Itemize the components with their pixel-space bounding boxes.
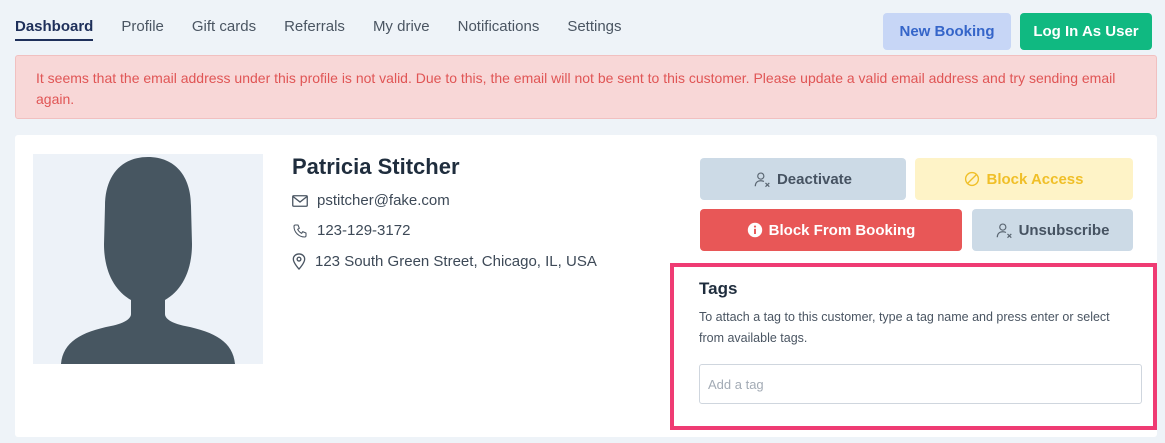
tab-my-drive[interactable]: My drive [373,18,430,41]
customer-card: Patricia Stitcher pstitcher@fake.com 123… [15,135,1157,437]
envelope-icon [292,194,308,207]
invalid-email-alert: It seems that the email address under th… [15,55,1157,119]
tab-dashboard[interactable]: Dashboard [15,18,94,41]
tab-gift-cards[interactable]: Gift cards [192,18,256,41]
tags-help-text: To attach a tag to this customer, type a… [699,310,1110,345]
tags-panel: Tags To attach a tag to this customer, t… [670,263,1157,430]
user-x-icon [996,222,1012,238]
tab-settings[interactable]: Settings [567,18,621,41]
user-x-icon [754,171,770,187]
phone-row: 123-129-3172 [292,222,410,239]
customer-address: 123 South Green Street, Chicago, IL, USA [315,253,597,270]
add-tag-input[interactable] [699,364,1142,404]
avatar-silhouette-icon [61,157,235,364]
tab-referrals[interactable]: Referrals [284,18,345,41]
address-row: 123 South Green Street, Chicago, IL, USA [292,253,597,270]
main-nav: Dashboard Profile Gift cards Referrals M… [15,18,622,41]
customer-phone: 123-129-3172 [317,222,411,239]
unsubscribe-button[interactable]: Unsubscribe [972,209,1133,251]
unsubscribe-label: Unsubscribe [1018,221,1110,239]
customer-name: Patricia Stitcher [292,154,460,179]
tags-title: Tags [699,279,738,298]
tab-profile[interactable]: Profile [121,18,164,41]
map-pin-icon [292,253,306,270]
customer-email: pstitcher@fake.com [317,192,450,209]
email-row: pstitcher@fake.com [292,192,450,209]
block-access-button[interactable]: Block Access [915,158,1133,200]
block-from-booking-label: Block From Booking [768,221,916,239]
block-from-booking-button[interactable]: Block From Booking [700,209,962,251]
ban-icon [965,171,980,187]
info-circle-icon [747,222,762,238]
avatar [33,154,263,364]
new-booking-button[interactable]: New Booking [883,13,1011,50]
phone-icon [293,223,307,238]
block-access-label: Block Access [986,170,1084,188]
deactivate-label: Deactivate [776,170,853,188]
deactivate-button[interactable]: Deactivate [700,158,906,200]
tab-notifications[interactable]: Notifications [458,18,540,41]
log-in-as-user-button[interactable]: Log In As User [1020,13,1152,50]
